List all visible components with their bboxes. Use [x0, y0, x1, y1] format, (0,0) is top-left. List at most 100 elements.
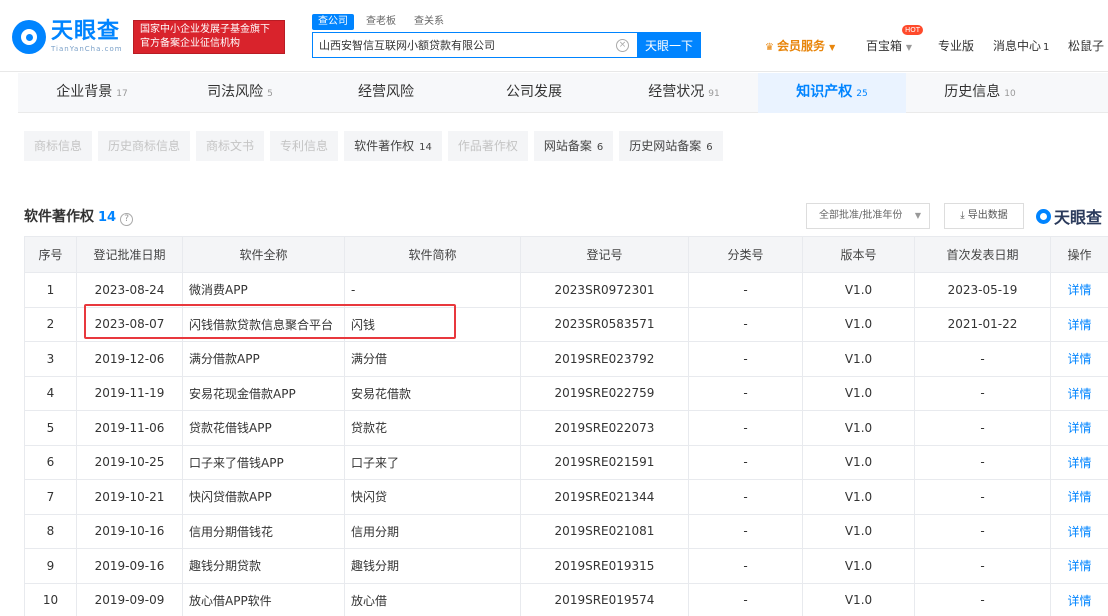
detail-link[interactable]: 详情: [1050, 548, 1108, 584]
table-row: 8 2019-10-16 信用分期借钱花 信用分期 2019SRE021081- V1.0…: [24, 513, 1108, 549]
search-button[interactable]: 天眼一下: [637, 32, 701, 58]
row-index: 4: [24, 375, 77, 411]
subtab-label: 商标文书: [206, 139, 255, 153]
tab-judicial-risk[interactable]: 司法风险 5: [166, 73, 314, 113]
vip-service-menu[interactable]: ♛ 会员服务 ▼: [765, 37, 835, 54]
clear-icon[interactable]: ×: [616, 39, 629, 52]
registration-number: 2023SR0972301: [520, 272, 689, 308]
software-short-name: 贷款花: [344, 410, 521, 446]
tab-intellectual-property[interactable]: 知识产权 25: [758, 73, 906, 113]
detail-link[interactable]: 详情: [1050, 272, 1108, 308]
detail-link[interactable]: 详情: [1050, 410, 1108, 446]
version-number: V1.0: [802, 513, 915, 549]
search-input[interactable]: [313, 33, 637, 57]
first-publish-date: -: [914, 479, 1051, 515]
tab-operating-status[interactable]: 经营状况 91: [610, 73, 758, 113]
tab-label: 经营状况: [648, 84, 705, 100]
pro-version-link[interactable]: 专业版: [938, 37, 974, 54]
subtab-count: 6: [706, 142, 713, 153]
column-header: 软件全称: [182, 236, 345, 273]
detail-link[interactable]: 详情: [1050, 513, 1108, 549]
first-publish-date: -: [914, 444, 1051, 480]
detail-link[interactable]: 详情: [1050, 582, 1108, 616]
message-center-link[interactable]: 消息中心 1: [993, 37, 1049, 54]
table-row: 6 2019-10-25 口子来了借钱APP 口子来了 2019SRE021591- V1…: [24, 444, 1108, 480]
subtab-patent[interactable]: 专利信息: [270, 131, 339, 161]
first-publish-date: -: [914, 375, 1051, 411]
subtab-trademark[interactable]: 商标信息: [24, 131, 93, 161]
subtab-count: 6: [596, 142, 604, 153]
baibaoxiang-menu[interactable]: 百宝箱 ▼: [866, 37, 912, 54]
subtab-label: 作品著作权: [457, 139, 518, 153]
subtab-website-filing[interactable]: 网站备案 6: [533, 131, 614, 161]
column-header: 分类号: [688, 236, 803, 273]
subtab-history-trademark[interactable]: 历史商标信息: [98, 131, 191, 161]
official-banner[interactable]: 国家中小企业发展子基金旗下 官方备案企业征信机构: [133, 20, 285, 54]
export-data-button[interactable]: ⤓ 导出数据: [944, 203, 1024, 229]
software-short-name: 信用分期: [344, 513, 521, 549]
version-number: V1.0: [802, 410, 915, 446]
site-logo[interactable]: 天眼查 TianYanCha.com: [12, 20, 123, 54]
subtab-label: 网站备案: [543, 139, 592, 153]
category-number: -: [688, 548, 803, 584]
column-header: 操作: [1050, 236, 1108, 273]
category-number: -: [688, 444, 803, 480]
year-filter-select[interactable]: 全部批准/批准年份 ▼: [806, 203, 930, 229]
first-publish-date: 2023-05-19: [914, 272, 1051, 308]
chevron-down-icon: ▼: [905, 43, 912, 52]
help-icon[interactable]: ?: [120, 213, 134, 226]
search-box: ×: [312, 32, 637, 58]
watermark-logo-icon: [1036, 208, 1051, 224]
registration-number: 2019SRE022759: [520, 375, 689, 411]
table-row: 9 2019-09-16 趣钱分期贷款 趣钱分期 2019SRE019315- V1.0-…: [24, 548, 1108, 584]
chevron-down-icon: ▼: [829, 43, 836, 52]
subtab-history-website-filing[interactable]: 历史网站备案 6: [619, 131, 723, 161]
logo-subtitle: TianYanCha.com: [51, 45, 123, 53]
banner-line-1: 国家中小企业发展子基金旗下: [140, 24, 270, 35]
export-label: 导出数据: [967, 210, 1008, 221]
watermark-text: 天眼查: [1054, 208, 1103, 227]
row-index: 2: [24, 306, 77, 342]
table-row: 4 2019-11-19 安易花现金借款APP 安易花借款 2019SRE022759-…: [24, 375, 1108, 411]
tab-enterprise-background[interactable]: 企业背景 17: [18, 73, 166, 113]
software-full-name: 趣钱分期贷款: [182, 548, 345, 584]
row-index: 9: [24, 548, 77, 584]
search-tab-company[interactable]: 查公司: [312, 14, 354, 30]
first-publish-date: -: [914, 582, 1051, 616]
subtab-trademark-docs[interactable]: 商标文书: [196, 131, 265, 161]
tab-history-info[interactable]: 历史信息 10: [906, 73, 1054, 113]
detail-link[interactable]: 详情: [1050, 306, 1108, 342]
hot-badge: HOT: [902, 25, 924, 35]
search-tab-boss[interactable]: 查老板: [360, 14, 402, 30]
tab-count: 25: [856, 89, 868, 99]
tab-label: 知识产权: [796, 84, 853, 100]
version-number: V1.0: [802, 375, 915, 411]
top-header: 天眼查 TianYanCha.com 国家中小企业发展子基金旗下 官方备案企业征…: [0, 0, 1108, 72]
registration-number: 2023SR0583571: [520, 306, 689, 342]
detail-link[interactable]: 详情: [1050, 375, 1108, 411]
column-header: 序号: [24, 236, 77, 273]
approval-date: 2023-08-07: [76, 306, 183, 342]
subtab-work-copyright[interactable]: 作品著作权: [447, 131, 528, 161]
tab-count: 91: [708, 89, 720, 99]
tab-company-development[interactable]: 公司发展: [462, 73, 610, 113]
search-tab-relation[interactable]: 查关系: [408, 14, 450, 30]
software-full-name: 闪钱借款贷款信息聚合平台: [182, 306, 345, 342]
software-short-name: 放心借: [344, 582, 521, 616]
row-index: 8: [24, 513, 77, 549]
ip-sub-tabs: 商标信息 历史商标信息 商标文书 专利信息 软件著作权 14 作品著作权 网站备案…: [24, 131, 723, 161]
detail-link[interactable]: 详情: [1050, 341, 1108, 377]
search-type-tabs: 查公司 查老板 查关系: [312, 14, 450, 30]
software-short-name: 口子来了: [344, 444, 521, 480]
tab-operating-risk[interactable]: 经营风险: [314, 73, 462, 113]
approval-date: 2019-11-19: [76, 375, 183, 411]
version-number: V1.0: [802, 444, 915, 480]
table-body: 1 2023-08-24 微消费APP -2023SR0972301- V1.0 2023…: [24, 272, 1108, 616]
registration-number: 2019SRE023792: [520, 341, 689, 377]
section-title: 软件著作权 14?: [24, 206, 134, 226]
detail-link[interactable]: 详情: [1050, 444, 1108, 480]
subtab-software-copyright[interactable]: 软件著作权 14: [344, 131, 442, 161]
user-menu[interactable]: 松鼠子: [1068, 37, 1104, 54]
subtab-label: 历史网站备案: [629, 139, 702, 153]
detail-link[interactable]: 详情: [1050, 479, 1108, 515]
